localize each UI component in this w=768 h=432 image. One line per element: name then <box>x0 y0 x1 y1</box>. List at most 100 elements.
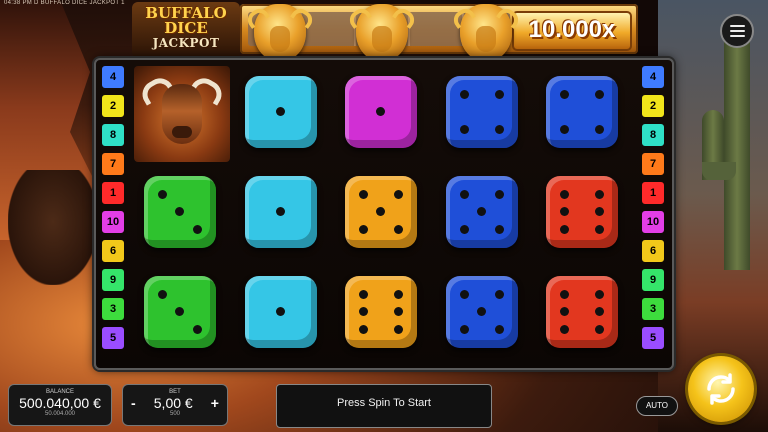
die-pip <box>394 225 403 234</box>
gold-buffalo-head-icon <box>356 4 408 62</box>
blue-die-4-icon <box>445 76 518 148</box>
paytable-right-badge: 10 <box>642 211 664 233</box>
green-die-3-icon <box>144 276 216 348</box>
die-pip <box>459 290 469 299</box>
die-pip <box>560 90 569 99</box>
die-pip <box>158 290 167 299</box>
auto-spin-button[interactable]: AUTO <box>636 396 678 416</box>
paytable-left-badge: 7 <box>102 153 124 175</box>
die-pip <box>595 207 604 216</box>
gold-buffalo-head-icon <box>460 4 512 62</box>
dice-symbol <box>335 266 427 358</box>
die-pip <box>359 325 368 334</box>
die-pip <box>459 225 469 234</box>
die-pip <box>494 190 504 199</box>
paytable-left-badge: 3 <box>102 298 124 320</box>
die-pip <box>595 290 604 299</box>
die-pip <box>476 307 486 316</box>
paytable-right-badge: 5 <box>642 327 664 349</box>
die-pip <box>394 190 403 199</box>
die-pip <box>494 325 504 334</box>
buffalo-wild-symbol <box>134 66 230 162</box>
bet-value: 5,00 € <box>153 395 193 411</box>
die-pip <box>459 90 469 99</box>
die-pip <box>175 307 184 316</box>
die-pip <box>158 190 167 199</box>
die-pip <box>476 207 486 216</box>
paytable-left-badge: 1 <box>102 182 124 204</box>
die-pip <box>394 307 403 316</box>
die-pip <box>595 190 604 199</box>
bet-credits: 500 <box>169 411 180 417</box>
paytable-right: 4 2 8 7 1 10 6 9 3 5 <box>642 66 666 356</box>
die-pip <box>595 90 604 99</box>
die-pip <box>459 125 469 134</box>
status-bar-text: 04:38 PM D BUFFALO DICE JACKPOT 1 <box>4 0 125 6</box>
bet-control: BET - 5,00 € + 500 <box>122 384 228 426</box>
logo-line-3: JACKPOT <box>152 36 220 50</box>
hamburger-icon <box>729 25 745 27</box>
die-pip <box>595 307 604 316</box>
dice-symbol <box>436 166 528 258</box>
paytable-left-badge: 8 <box>102 124 124 146</box>
cactus-arm-decoration <box>702 110 736 180</box>
orange-die-6-icon <box>345 276 417 348</box>
orange-die-5-icon <box>345 176 417 248</box>
dice-symbol <box>335 166 427 258</box>
menu-button[interactable] <box>720 14 754 48</box>
dice-symbol <box>436 266 528 358</box>
die-pip <box>494 225 504 234</box>
die-pip <box>193 225 202 234</box>
paytable-left-badge: 4 <box>102 66 124 88</box>
die-pip <box>275 107 285 116</box>
dice-symbol <box>134 166 226 258</box>
die-pip <box>359 290 368 299</box>
dice-symbol <box>134 266 226 358</box>
dice-symbol <box>235 66 327 158</box>
paytable-right-badge: 7 <box>642 153 664 175</box>
paytable-right-badge: 2 <box>642 95 664 117</box>
logo-line-2: DICE <box>164 19 208 37</box>
die-pip <box>394 290 403 299</box>
blue-die-4-icon <box>546 76 618 148</box>
die-pip <box>459 325 469 334</box>
die-pip <box>560 290 569 299</box>
die-pip <box>494 125 504 134</box>
blue-die-5-icon <box>445 276 518 348</box>
die-pip <box>193 325 202 334</box>
die-pip <box>595 325 604 334</box>
green-die-3-icon <box>144 176 216 248</box>
die-pip <box>560 325 569 334</box>
paytable-left-badge: 10 <box>102 211 124 233</box>
die-pip <box>560 207 569 216</box>
red-die-6-icon <box>546 176 618 248</box>
die-pip <box>359 225 368 234</box>
cyan-die-1-icon <box>244 276 317 348</box>
paytable-right-badge: 8 <box>642 124 664 146</box>
balance-credits: 50.004.000 <box>44 411 76 417</box>
dice-symbol <box>235 266 327 358</box>
bet-increase-button[interactable]: + <box>211 395 219 411</box>
die-pip <box>376 107 385 116</box>
die-pip <box>459 190 469 199</box>
paytable-left-badge: 5 <box>102 327 124 349</box>
balance-display: BALANCE 500.040,00 € 50.004.000 <box>8 384 112 426</box>
message-bar: Press Spin To Start <box>276 384 492 428</box>
die-pip <box>394 325 403 334</box>
dice-symbol <box>536 66 628 158</box>
die-pip <box>275 207 285 216</box>
die-pip <box>494 290 504 299</box>
charging-bison-background <box>8 170 98 285</box>
bet-decrease-button[interactable]: - <box>131 395 136 411</box>
paytable-right-badge: 4 <box>642 66 664 88</box>
paytable-left-badge: 9 <box>102 269 124 291</box>
red-die-6-icon <box>546 276 618 348</box>
die-pip <box>359 307 368 316</box>
die-pip <box>560 307 569 316</box>
paytable-left-badge: 6 <box>102 240 124 262</box>
die-pip <box>560 125 569 134</box>
spin-button[interactable] <box>688 356 754 422</box>
dice-symbol <box>335 66 427 158</box>
dice-grid <box>134 66 632 362</box>
blue-die-5-icon <box>445 176 518 248</box>
